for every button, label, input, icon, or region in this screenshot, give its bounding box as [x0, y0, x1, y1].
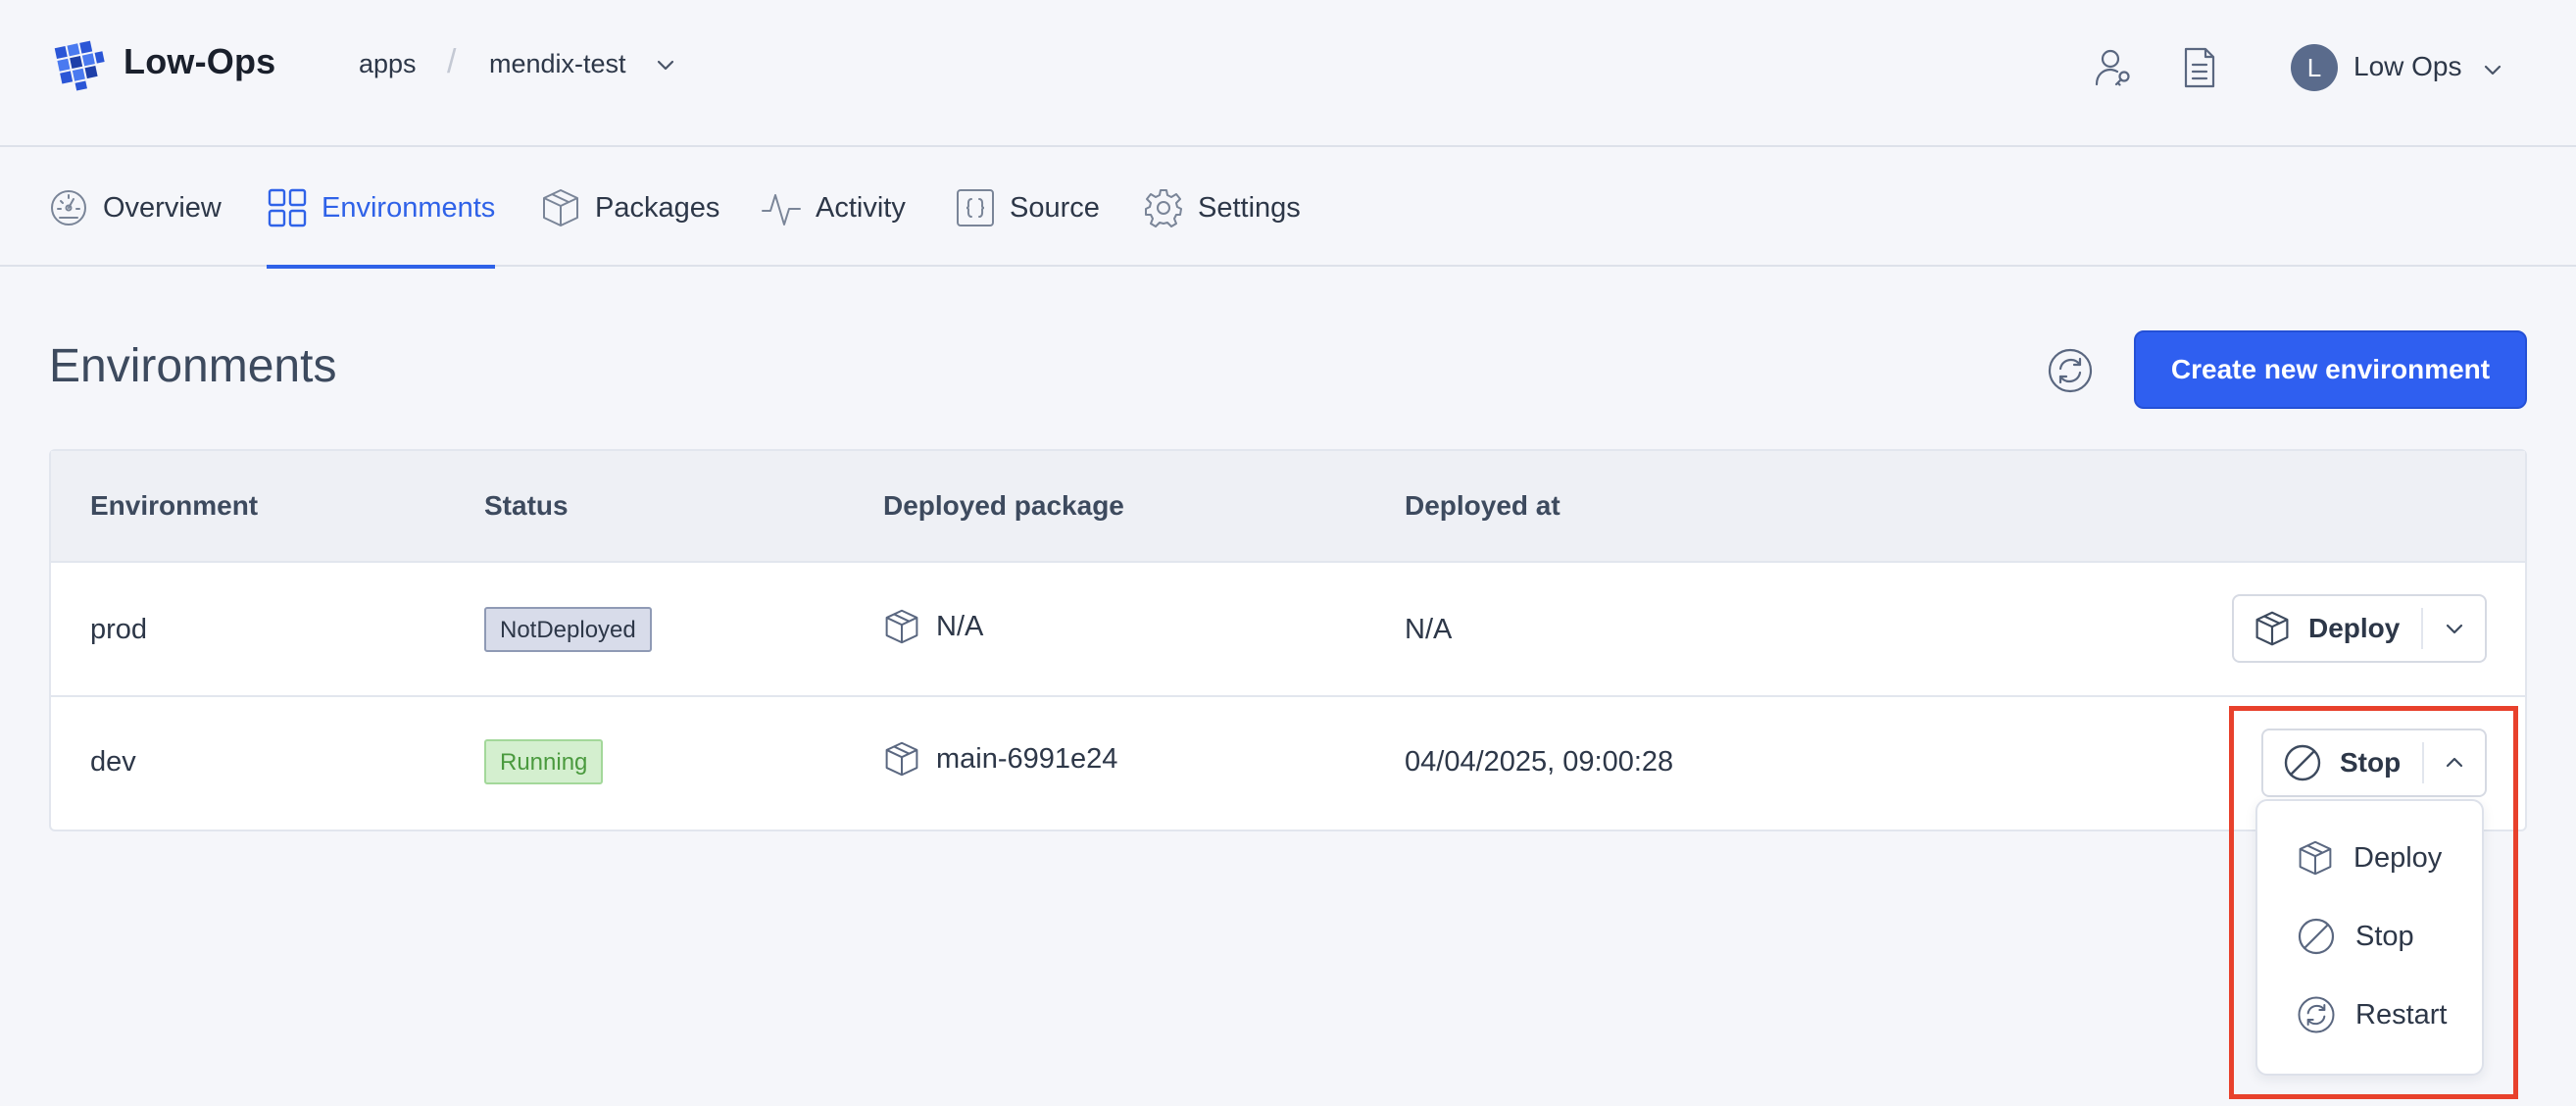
environment-name: prod	[90, 614, 148, 645]
package-name: N/A	[936, 610, 984, 642]
tab-environments[interactable]: Environments	[267, 149, 496, 269]
create-environment-button[interactable]: Create new environment	[2134, 330, 2527, 409]
environments-table: Environment Status Deployed package Depl…	[49, 449, 2527, 831]
page-title: Environments	[49, 340, 337, 392]
menu-item-label: Restart	[2355, 998, 2448, 1031]
status-badge: NotDeployed	[484, 607, 652, 652]
breadcrumb-apps-link[interactable]: apps	[359, 49, 417, 79]
package-icon	[885, 609, 918, 644]
breadcrumb-separator: /	[447, 43, 457, 80]
grid-icon	[267, 187, 308, 228]
deploy-button[interactable]: Deploy	[2234, 608, 2424, 649]
status-badge: Running	[484, 739, 604, 784]
deploy-button-label: Deploy	[2308, 613, 2401, 643]
brand-name[interactable]: Low-Ops	[124, 41, 275, 82]
menu-item-stop[interactable]: Stop	[2297, 917, 2414, 956]
deployed-package: N/A	[883, 607, 983, 646]
chevron-down-icon[interactable]	[2482, 59, 2503, 80]
deploy-split-button: Deploy	[2232, 594, 2487, 663]
table-row: prod NotDeployed N/A N/A Deploy	[51, 563, 2525, 697]
document-icon[interactable]	[2180, 45, 2219, 90]
menu-item-restart[interactable]: Restart	[2297, 995, 2447, 1034]
column-header-deployed-at: Deployed at	[1405, 490, 1560, 521]
stop-button-label: Stop	[2340, 747, 2402, 778]
tab-packages-label: Packages	[595, 191, 720, 224]
table-row: dev Running main-6991e24 04/04/2025, 09:…	[51, 697, 2525, 831]
stop-button[interactable]: Stop	[2263, 742, 2425, 783]
column-header-status: Status	[484, 490, 569, 521]
user-key-icon[interactable]	[2092, 45, 2137, 90]
gear-icon	[1143, 187, 1184, 228]
low-ops-logo-icon[interactable]	[53, 37, 110, 94]
tab-source[interactable]: Source	[955, 149, 1100, 267]
code-braces-icon	[955, 187, 996, 228]
avatar[interactable]: L	[2291, 44, 2338, 91]
stop-icon	[2284, 744, 2321, 781]
deployed-package: main-6991e24	[883, 739, 1117, 779]
chevron-down-icon	[2446, 624, 2462, 634]
chevron-down-icon[interactable]	[655, 54, 676, 75]
menu-item-label: Deploy	[2353, 841, 2443, 874]
stop-menu-toggle[interactable]	[2424, 730, 2485, 795]
nav-tabs: Overview Environments Packages Activity	[0, 149, 2576, 269]
tab-overview-label: Overview	[103, 191, 222, 224]
table-header: Environment Status Deployed package Depl…	[51, 451, 2525, 563]
column-header-environment: Environment	[90, 490, 259, 521]
refresh-icon	[2048, 348, 2093, 393]
package-icon	[540, 187, 581, 228]
menu-item-deploy[interactable]: Deploy	[2297, 838, 2442, 878]
tab-environments-label: Environments	[322, 191, 496, 224]
tab-overview[interactable]: Overview	[48, 149, 222, 267]
package-icon	[2299, 840, 2332, 876]
environment-actions-menu: Deploy Stop Restart	[2255, 799, 2484, 1076]
deployed-at: N/A	[1405, 614, 1453, 645]
top-header: Low-Ops apps / mendix-test L Low Ops	[0, 0, 2576, 147]
chevron-up-icon	[2447, 757, 2463, 768]
stop-split-button: Stop	[2261, 729, 2487, 797]
environment-name: dev	[90, 746, 136, 778]
package-name: main-6991e24	[936, 742, 1118, 775]
menu-item-label: Stop	[2355, 920, 2414, 952]
refresh-button[interactable]	[2047, 347, 2094, 394]
package-icon	[2255, 611, 2289, 646]
breadcrumb-app-selector[interactable]: mendix-test	[489, 49, 626, 79]
deploy-menu-toggle[interactable]	[2423, 596, 2485, 661]
tab-settings-label: Settings	[1198, 191, 1301, 224]
tab-settings[interactable]: Settings	[1143, 149, 1301, 267]
column-header-deployed-package: Deployed package	[883, 490, 1124, 521]
dashboard-icon	[48, 187, 89, 228]
package-icon	[885, 741, 918, 777]
stop-icon	[2298, 918, 2335, 955]
tab-activity[interactable]: Activity	[761, 149, 906, 267]
tab-packages[interactable]: Packages	[540, 149, 719, 267]
activity-icon	[761, 187, 802, 228]
refresh-icon	[2298, 996, 2335, 1033]
deployed-at: 04/04/2025, 09:00:28	[1405, 746, 1674, 778]
tab-source-label: Source	[1010, 191, 1100, 224]
user-menu-name[interactable]: Low Ops	[2353, 51, 2462, 82]
tab-activity-label: Activity	[816, 191, 906, 224]
